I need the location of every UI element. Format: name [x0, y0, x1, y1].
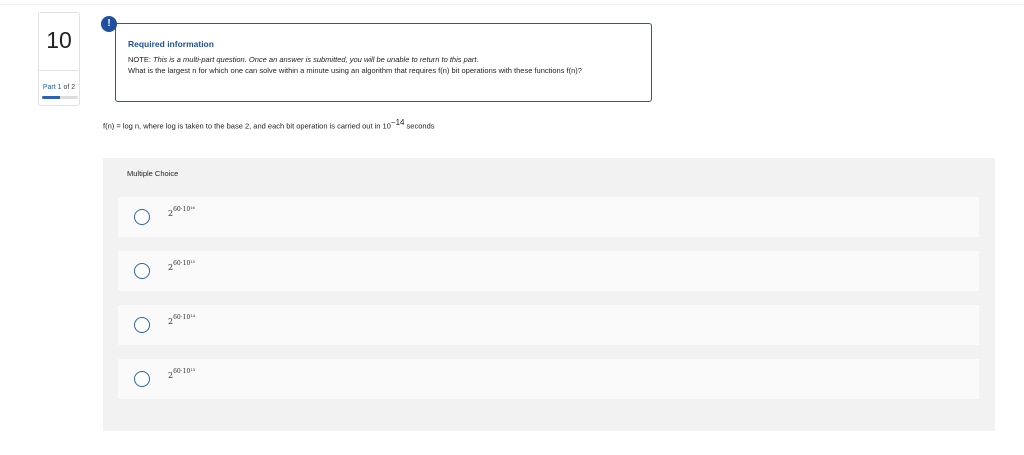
question-number: 10 — [46, 27, 72, 53]
radio-button[interactable] — [134, 371, 150, 387]
choice-option-3[interactable]: 260·10¹⁴ — [118, 305, 979, 345]
multiple-choice-label: Multiple Choice — [127, 169, 179, 178]
choice-text: 260·10¹⁴ — [168, 314, 196, 326]
top-divider — [0, 4, 1024, 5]
part-progress-bar — [42, 96, 78, 99]
radio-button[interactable] — [134, 317, 150, 333]
stem-exponent: −14 — [390, 118, 405, 127]
card-divider — [39, 70, 79, 71]
info-note: NOTE: This is a multi-part question. Onc… — [128, 55, 643, 65]
choice-text: 260·10¹³ — [168, 368, 196, 380]
choice-exponent: 60·10¹⁵ — [173, 260, 196, 267]
choice-option-1[interactable]: 260·10¹⁶ — [118, 197, 979, 237]
question-stem: f(n) = log n, where log is taken to the … — [103, 118, 435, 131]
choice-option-4[interactable]: 260·10¹³ — [118, 359, 979, 399]
part-current: Part 1 — [42, 84, 62, 91]
required-information-box: Required information NOTE: This is a mul… — [115, 23, 652, 102]
note-prefix: NOTE: — [128, 55, 154, 64]
stem-text: f(n) = log n, where log is taken to the … — [103, 121, 391, 131]
alert-icon: ! — [101, 16, 117, 32]
choice-exponent: 60·10¹⁶ — [173, 206, 196, 213]
choice-exponent: 60·10¹³ — [173, 368, 196, 375]
question-number-card: 10 Part 1 of 2 — [38, 12, 80, 106]
note-text: This is a multi-part question. Once an a… — [153, 55, 479, 64]
choice-option-2[interactable]: 260·10¹⁵ — [118, 251, 979, 291]
part-indicator: Part 1 of 2 — [39, 84, 79, 91]
radio-button[interactable] — [134, 209, 150, 225]
info-title: Required information — [128, 39, 214, 49]
choice-text: 260·10¹⁶ — [168, 206, 196, 218]
stem-suffix: seconds — [404, 121, 435, 131]
part-progress-fill — [42, 96, 60, 99]
choice-text: 260·10¹⁵ — [168, 260, 196, 272]
info-question-text: What is the largest n for which one can … — [128, 66, 582, 75]
choice-exponent: 60·10¹⁴ — [173, 314, 196, 321]
part-total: of 2 — [63, 84, 76, 91]
radio-button[interactable] — [134, 263, 150, 279]
multiple-choice-panel: Multiple Choice 260·10¹⁶ 260·10¹⁵ 260·10… — [103, 158, 995, 431]
